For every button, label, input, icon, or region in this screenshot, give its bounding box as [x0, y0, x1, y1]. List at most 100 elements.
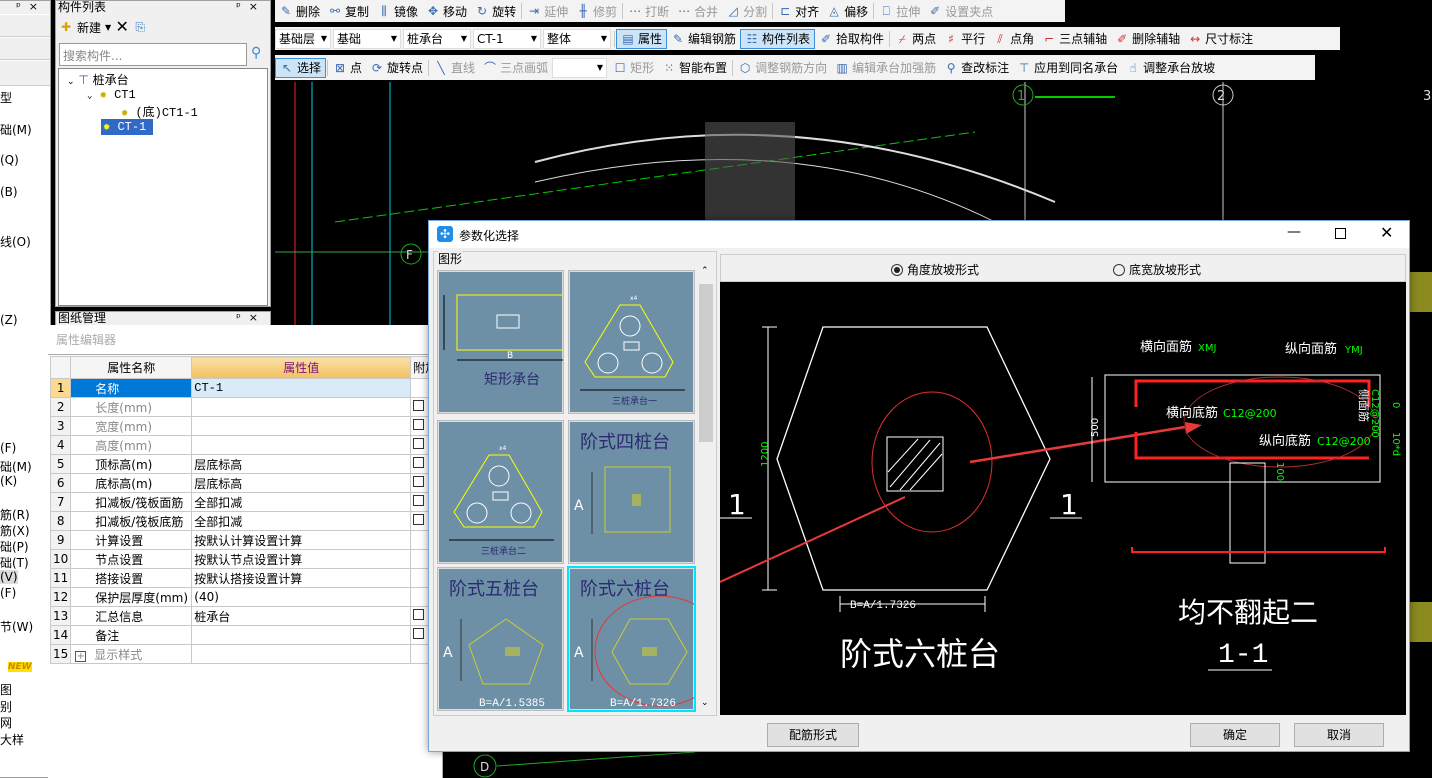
extra-checkbox[interactable] — [413, 514, 425, 525]
property-value[interactable]: 全部扣减 — [191, 492, 412, 512]
property-value[interactable]: 桩承台 — [191, 606, 412, 626]
toolbar-button[interactable]: ☝ 调整承台放坡 — [1122, 58, 1219, 78]
toolbar-button[interactable]: ♯ 平行 — [940, 29, 989, 49]
new-button[interactable]: 新建 — [77, 19, 101, 36]
toolbar-button[interactable]: ⊤ 应用到同名承台 — [1013, 58, 1122, 78]
toolbar-button[interactable]: ✐ 拾取构件 — [815, 29, 888, 49]
property-value[interactable]: 按默认节点设置计算 — [191, 549, 412, 569]
module-item[interactable]: 大样 — [0, 731, 24, 748]
expand-icon[interactable]: + — [75, 650, 87, 662]
module-item[interactable]: 筋(X) — [0, 522, 30, 539]
property-value[interactable]: 层底标高 — [191, 473, 412, 493]
radio-angle-slope[interactable]: 角度放坡形式 — [891, 261, 979, 278]
property-value[interactable] — [191, 397, 412, 417]
toolbar-button[interactable]: ⋯ 打断 — [624, 1, 673, 21]
toolbar-button[interactable]: ▥ 编辑承台加强筋 — [831, 58, 940, 78]
extra-checkbox[interactable] — [413, 457, 425, 468]
property-value[interactable]: 按默认搭接设置计算 — [191, 568, 412, 588]
property-row[interactable]: 11 搭接设置 按默认搭接设置计算 — [49, 568, 432, 588]
pin-close-icons[interactable]: ᵖ× — [16, 1, 46, 13]
shape-thumbnail[interactable]: x4 三桩承台一 — [568, 270, 695, 414]
property-row[interactable]: 13 汇总信息 桩承台 — [49, 606, 432, 626]
property-row[interactable]: 12 保护层厚度(mm) (40) — [49, 587, 432, 607]
ok-button[interactable]: 确定 — [1190, 723, 1280, 747]
property-row[interactable]: 5 顶标高(m) 层底标高 — [49, 454, 432, 474]
toolbar-button[interactable]: ⚲ 查改标注 — [940, 58, 1013, 78]
rebar-form-button[interactable]: 配筋形式 — [767, 723, 859, 747]
module-item[interactable]: (Z) — [0, 313, 18, 327]
tree-node-ct1-1[interactable]: ✹ (底)CT1-1 — [121, 103, 198, 120]
search-input[interactable]: 搜索构件... — [59, 43, 247, 66]
module-item[interactable]: 筋(R) — [0, 506, 30, 523]
module-item[interactable]: 础(P) — [0, 538, 29, 555]
scroll-down-icon[interactable]: ⌄ — [701, 698, 709, 708]
module-item[interactable]: (Q) — [0, 153, 19, 167]
property-row[interactable]: 4 高度(mm) — [49, 435, 432, 455]
extra-checkbox[interactable] — [413, 419, 425, 430]
pin-close-icons[interactable]: ᵖ× — [236, 312, 266, 324]
toolbar-button[interactable]: ⊏ 对齐 — [774, 1, 823, 21]
toolbar-button[interactable]: ⚯ 复制 — [324, 1, 373, 21]
toolbar-button[interactable]: ⁙ 智能布置 — [658, 58, 731, 78]
toolbar-button[interactable]: ⌒ 三点画弧 — [479, 58, 552, 78]
toolbar-button[interactable]: ⇥ 延伸 — [523, 1, 572, 21]
property-value[interactable] — [191, 625, 412, 645]
toolbar-button[interactable]: ⌐ 三点辅轴 — [1038, 29, 1111, 49]
property-value[interactable]: 全部扣减 — [191, 511, 412, 531]
property-value[interactable] — [191, 416, 412, 436]
property-row[interactable]: 7 扣减板/筏板面筋 全部扣减 — [49, 492, 432, 512]
module-item[interactable]: 图 — [0, 681, 12, 698]
property-value[interactable]: 层底标高 — [191, 454, 412, 474]
copy-icon[interactable]: ⎘ — [133, 20, 147, 34]
toolbar-button[interactable]: ✎ 编辑钢筋 — [667, 29, 740, 49]
extra-checkbox[interactable] — [413, 476, 425, 487]
property-row[interactable]: 6 底标高(m) 层底标高 — [49, 473, 432, 493]
toolbar-button[interactable]: ⬡ 调整钢筋方向 — [734, 58, 831, 78]
maximize-icon[interactable] — [1335, 228, 1346, 239]
toolbar-button[interactable]: ↻ 旋转 — [471, 1, 520, 21]
toolbar-button[interactable]: ╫ 修剪 — [572, 1, 621, 21]
toolbar-button[interactable]: ☷ 构件列表 — [740, 28, 816, 49]
floor-select[interactable]: 基础层 ▼ — [275, 28, 331, 49]
module-item[interactable]: 础(T) — [0, 554, 29, 571]
module-item[interactable]: (B) — [0, 185, 18, 199]
shape-thumbnail[interactable]: x4 三桩承台二 — [437, 420, 564, 564]
scope-select[interactable]: 整体 ▼ — [543, 28, 611, 49]
module-item[interactable]: (F) — [0, 586, 16, 600]
shape-thumbnail[interactable]: 阶式五桩台 A B=A/1.5385 — [437, 567, 564, 711]
property-value[interactable] — [191, 435, 412, 455]
toolbar-button[interactable]: ✐ 删除辅轴 — [1111, 29, 1184, 49]
style-select[interactable]: ▼ — [552, 57, 608, 78]
pin-close-icons[interactable]: ᵖ× — [236, 1, 266, 13]
thumbnail-scrollbar[interactable]: ⌃ ⌄ — [698, 266, 714, 714]
module-item[interactable]: (K) — [0, 474, 17, 488]
shape-thumbnail[interactable]: 阶式六桩台 A B=A/1.7326 — [567, 566, 726, 712]
toolbar-button[interactable]: ↔ 尺寸标注 — [1184, 29, 1257, 49]
close-icon[interactable]: ✕ — [1380, 223, 1393, 242]
property-value[interactable]: 按默认计算设置计算 — [191, 530, 412, 550]
module-item[interactable]: 节(W) — [0, 618, 33, 635]
toolbar-button[interactable]: ✥ 移动 — [422, 1, 471, 21]
module-item[interactable]: (V) — [0, 570, 18, 584]
toolbar-button[interactable]: ◬ 偏移 — [823, 1, 872, 21]
toolbar-button[interactable]: ✎ 删除 — [275, 1, 324, 21]
toolbar-button[interactable]: ✐ 设置夹点 — [924, 1, 997, 21]
toolbar-button[interactable]: ☐ 矩形 — [609, 58, 658, 78]
property-row[interactable]: 10 节点设置 按默认节点设置计算 — [49, 549, 432, 569]
scroll-thumb[interactable] — [699, 284, 713, 442]
module-item[interactable]: 础(M) — [0, 121, 32, 138]
toolbar-button[interactable]: ╲ 直线 — [430, 58, 479, 78]
property-row[interactable]: 3 宽度(mm) — [49, 416, 432, 436]
module-item[interactable]: 础(M) — [0, 458, 32, 475]
module-item[interactable]: (F) — [0, 441, 16, 455]
extra-checkbox[interactable] — [413, 609, 425, 620]
toolbar-button[interactable]: ◿ 分割 — [722, 1, 771, 21]
toolbar-button[interactable]: ⫼ 镜像 — [373, 1, 422, 21]
shape-thumbnail[interactable]: B 矩形承台 — [437, 270, 569, 414]
category-select[interactable]: 基础 ▼ — [333, 28, 401, 49]
module-item[interactable]: 型 — [0, 89, 12, 106]
property-row[interactable]: 9 计算设置 按默认计算设置计算 — [49, 530, 432, 550]
toolbar-button[interactable]: ▤ 属性 — [616, 28, 668, 49]
toolbar-button[interactable]: ↖ 选择 — [275, 57, 327, 78]
property-row[interactable]: 2 长度(mm) — [49, 397, 432, 417]
